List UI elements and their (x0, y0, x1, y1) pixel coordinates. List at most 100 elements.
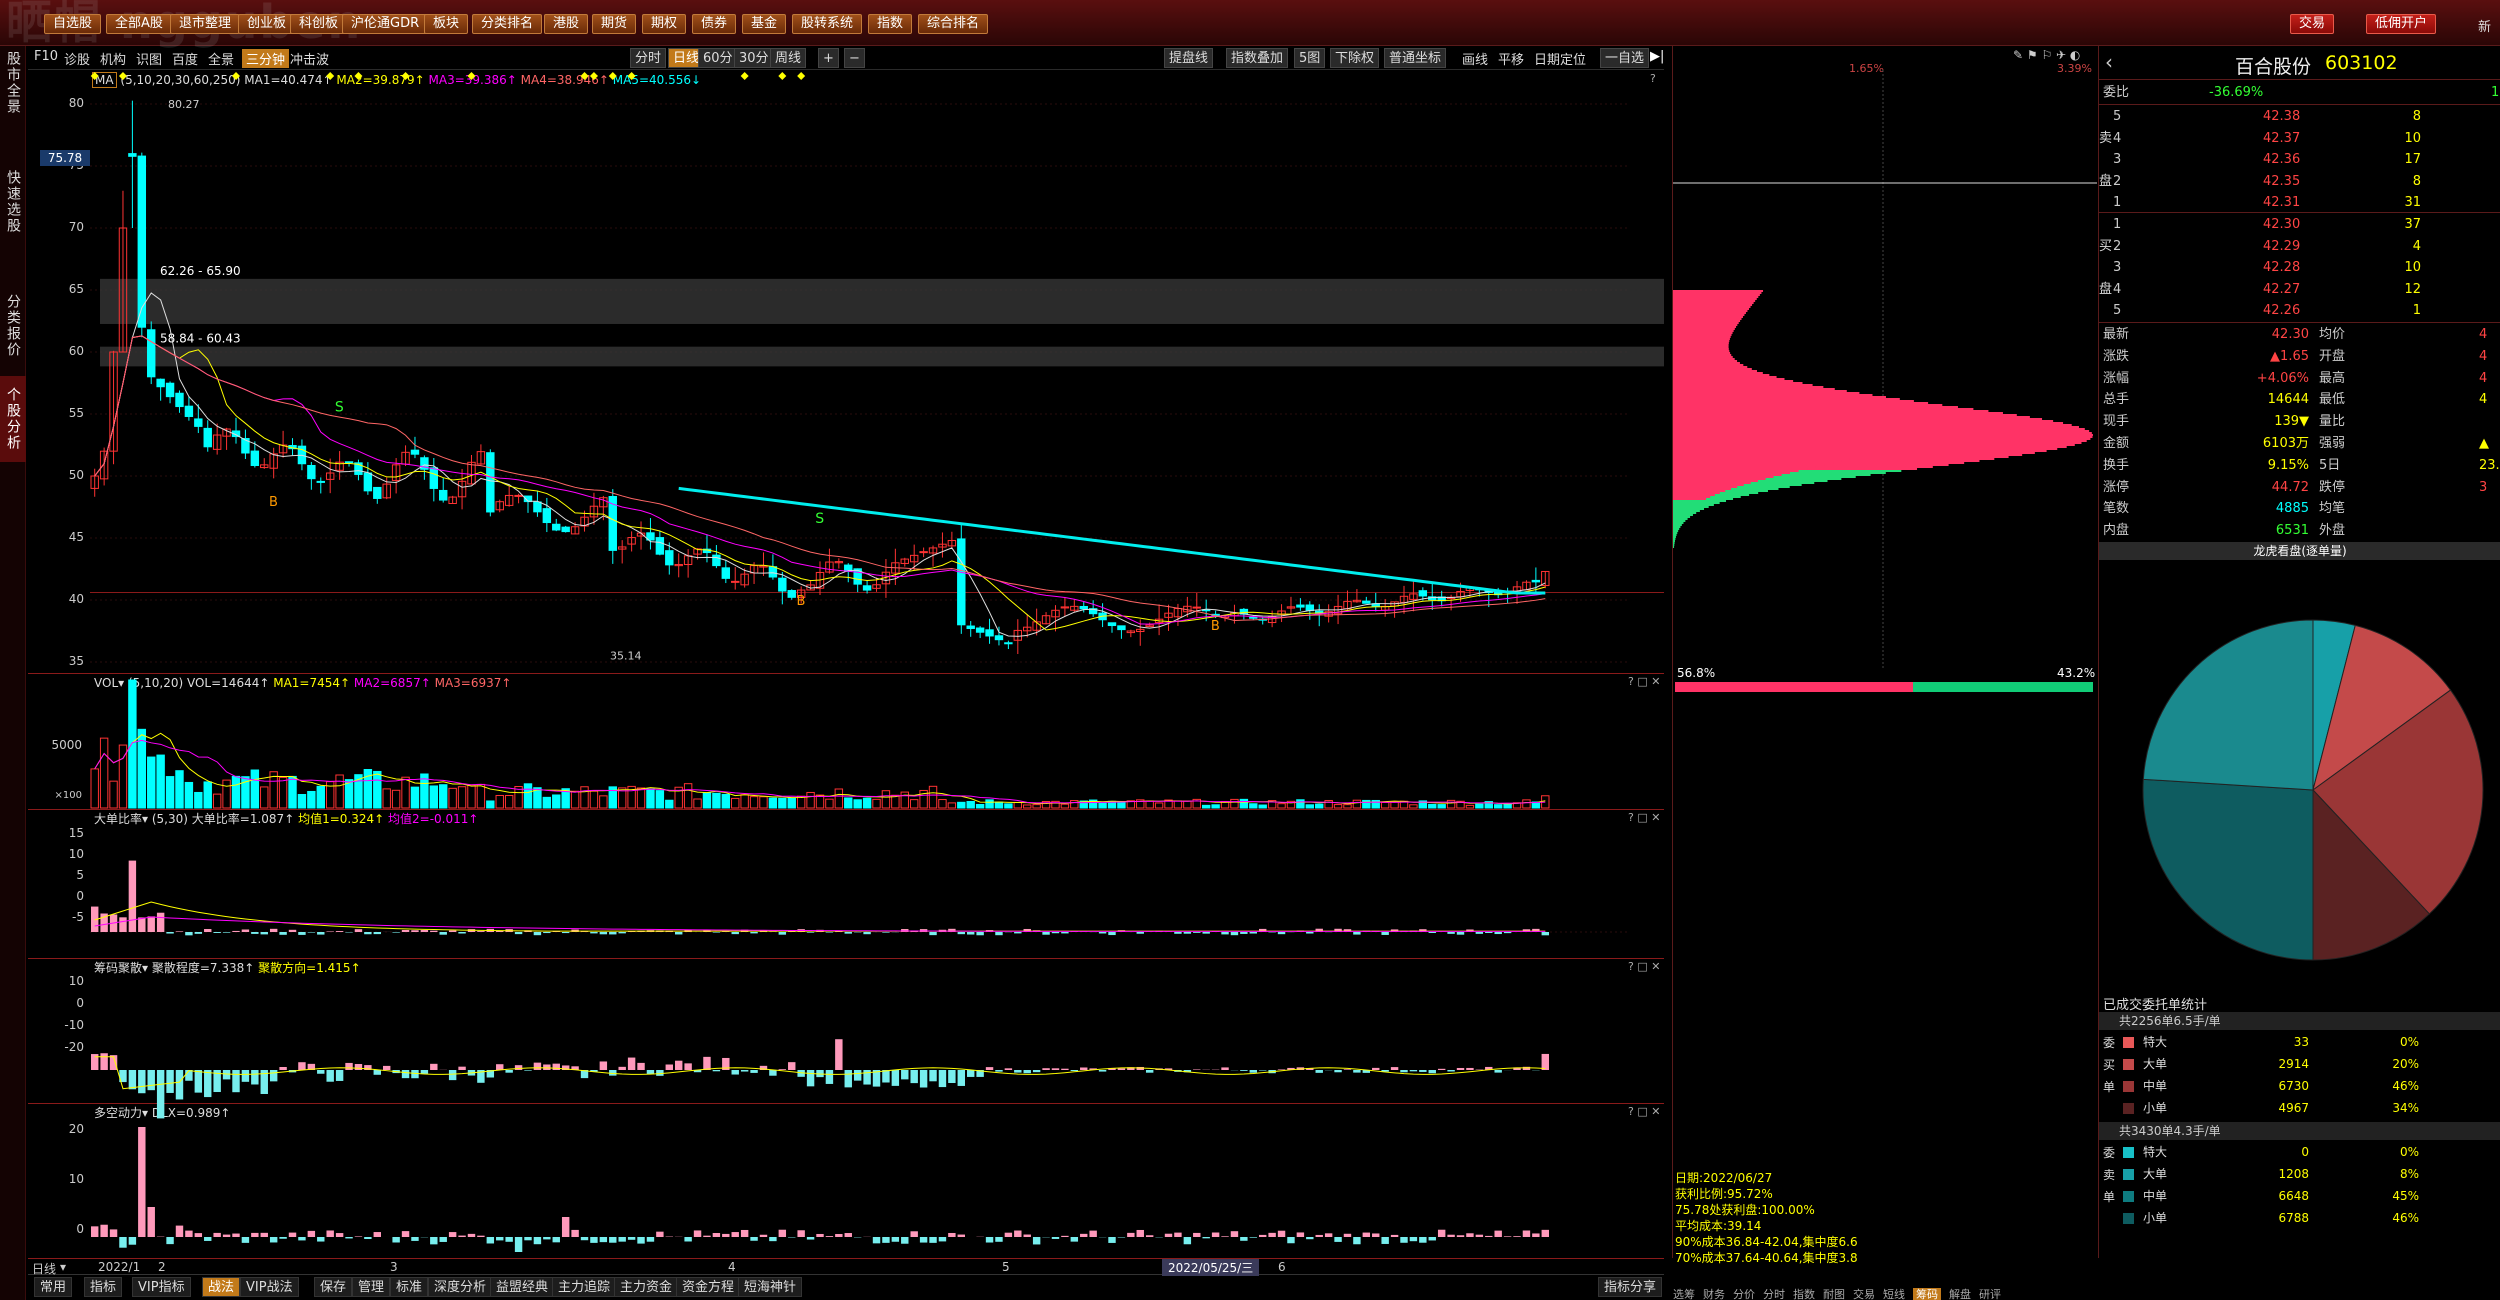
bottom-tab-0[interactable]: 常用 (34, 1277, 73, 1297)
coordinate-button[interactable]: 普通坐标 (1384, 48, 1447, 68)
chip-tab-7[interactable]: 短线 (1883, 1288, 1905, 1300)
ddx-bar (119, 917, 127, 932)
order-type: 中单 (2143, 1189, 2168, 1203)
market-button-13[interactable]: 股转系统 (792, 14, 863, 34)
draw-line-button[interactable]: 画线 (1462, 49, 1488, 68)
chip-tab-4[interactable]: 指数 (1793, 1288, 1815, 1300)
bottom-tab-13[interactable]: 短海神针 (738, 1277, 803, 1297)
chip-tab-2[interactable]: 分价 (1733, 1288, 1755, 1300)
buy-signal: B (796, 594, 805, 609)
chipcon-bar (1240, 1070, 1248, 1071)
bottom-tab-5[interactable]: 保存 (314, 1277, 353, 1297)
ex-rights-button[interactable]: 下除权 (1330, 48, 1380, 68)
bottom-tab-10[interactable]: 主力追踪 (552, 1277, 617, 1297)
market-button-4[interactable]: 科创板 (290, 14, 348, 34)
chip-bar (1673, 516, 1691, 518)
bottom-tab-9[interactable]: 益盟经典 (490, 1277, 555, 1297)
candle-body (410, 449, 420, 455)
f10-button[interactable]: F10 (34, 49, 58, 64)
left-tab-category[interactable]: 分类报价 (0, 284, 26, 368)
period-weekly[interactable]: 周线 (770, 48, 807, 68)
dlx-bar (835, 1234, 843, 1237)
bottom-tab-1[interactable]: 指标 (84, 1277, 123, 1297)
chip-tab-1[interactable]: 财务 (1703, 1288, 1725, 1300)
volume-bar (1258, 804, 1267, 809)
bottom-tab-4[interactable]: VIP战法 (240, 1277, 299, 1297)
volume-bar (740, 794, 749, 809)
chip-tab-8[interactable]: 筹码 (1913, 1288, 1941, 1300)
chip-bar (1673, 312, 1746, 314)
market-button-12[interactable]: 基金 (742, 14, 787, 34)
bottom-tab-6[interactable]: 管理 (352, 1277, 391, 1297)
open-account-button[interactable]: 低佣开户 (2366, 14, 2437, 34)
chip-tab-6[interactable]: 交易 (1853, 1288, 1875, 1300)
market-button-8[interactable]: 港股 (544, 14, 589, 34)
date-locate-button[interactable]: 日期定位 (1534, 49, 1586, 68)
period-60min[interactable]: 60分 (698, 48, 738, 68)
chip-toolbar-icons[interactable]: ✎ ⚑ ⚐ ✈ ◐ (2013, 48, 2080, 62)
market-button-6[interactable]: 板块 (424, 14, 469, 34)
zoom-in-button[interactable]: + (818, 48, 839, 68)
institution-button[interactable]: 机构 (100, 49, 126, 68)
market-button-7[interactable]: 分类排名 (472, 14, 543, 34)
main-chart[interactable]: 62.26 - 65.9058.84 - 60.4380.2735.14SSBB… (28, 70, 1664, 1258)
chip-tab-0[interactable]: 选筹 (1673, 1288, 1695, 1300)
three-minute-button[interactable]: 三分钟 (242, 49, 290, 68)
ddx-bar (204, 929, 212, 932)
pattern-button[interactable]: 识图 (136, 49, 162, 68)
chip-tab-9[interactable]: 解盘 (1949, 1288, 1971, 1300)
market-button-0[interactable]: 自选股 (44, 14, 102, 34)
collapse-icon[interactable]: ▶| (1650, 49, 1664, 64)
chip-bar-overlay (1673, 458, 1850, 460)
chipcon-bar (882, 1070, 890, 1083)
chip-tab-3[interactable]: 分时 (1763, 1288, 1785, 1300)
bottom-tab-8[interactable]: 深度分析 (428, 1277, 493, 1297)
market-button-1[interactable]: 全部A股 (106, 14, 172, 34)
index-overlay-button[interactable]: 指数叠加 (1226, 48, 1289, 68)
pan-button[interactable]: 平移 (1498, 49, 1524, 68)
indicator-share-button[interactable]: 指标分享 (1598, 1277, 1663, 1297)
bottom-tab-2[interactable]: VIP指标 (132, 1277, 191, 1297)
chipcon-bar (496, 1064, 504, 1070)
market-button-3[interactable]: 创业板 (238, 14, 296, 34)
trade-button[interactable]: 交易 (2290, 14, 2335, 34)
dlx-bar (477, 1235, 485, 1237)
back-arrow-icon[interactable]: ‹ (2105, 50, 2113, 74)
baidu-button[interactable]: 百度 (172, 49, 198, 68)
chip-tab-5[interactable]: 耐图 (1823, 1288, 1845, 1300)
diagnose-button[interactable]: 诊股 (64, 49, 90, 68)
period-label[interactable]: 日线 (32, 1260, 56, 1277)
market-button-5[interactable]: 沪伦通GDR (342, 14, 429, 34)
left-tab-quick-pick[interactable]: 快速选股 (0, 132, 26, 272)
zoom-out-button[interactable]: − (844, 48, 865, 68)
color-swatch (2123, 1169, 2134, 1180)
bottom-tab-3[interactable]: 战法 (202, 1277, 241, 1297)
impact-wave-button[interactable]: 冲击波 (290, 49, 329, 68)
market-button-15[interactable]: 综合排名 (918, 14, 989, 34)
left-tab-stock-analysis[interactable]: 个股分析 (0, 376, 26, 462)
market-button-9[interactable]: 期货 (592, 14, 637, 34)
market-button-11[interactable]: 债券 (692, 14, 737, 34)
bottom-tab-12[interactable]: 资金方程 (676, 1277, 741, 1297)
ddx-bar (307, 932, 316, 933)
period-30min[interactable]: 30分 (734, 48, 774, 68)
dlx-bar (1174, 1232, 1182, 1237)
market-button-14[interactable]: 指数 (868, 14, 913, 34)
market-button-2[interactable]: 退市整理 (170, 14, 241, 34)
chip-chart[interactable] (1673, 70, 2097, 690)
candle-body (1249, 616, 1258, 619)
new-label[interactable]: 新 (2478, 16, 2491, 35)
disk-line-button[interactable]: 提盘线 (1164, 48, 1214, 68)
chip-tab-10[interactable]: 研评 (1979, 1288, 2001, 1300)
market-button-10[interactable]: 期权 (642, 14, 687, 34)
volume-bar (994, 801, 1004, 809)
left-tab-panorama[interactable]: 股市全景 (0, 48, 26, 118)
period-intraday[interactable]: 分时 (630, 48, 667, 68)
overview-button[interactable]: 全景 (208, 49, 234, 68)
five-charts-button[interactable]: 5图 (1294, 48, 1326, 68)
chip-bar (1673, 448, 2058, 450)
bottom-tab-11[interactable]: 主力资金 (614, 1277, 679, 1297)
watchlist-button[interactable]: 一自选 (1600, 48, 1650, 68)
bottom-tab-7[interactable]: 标准 (390, 1277, 429, 1297)
volume-bar (938, 799, 947, 809)
